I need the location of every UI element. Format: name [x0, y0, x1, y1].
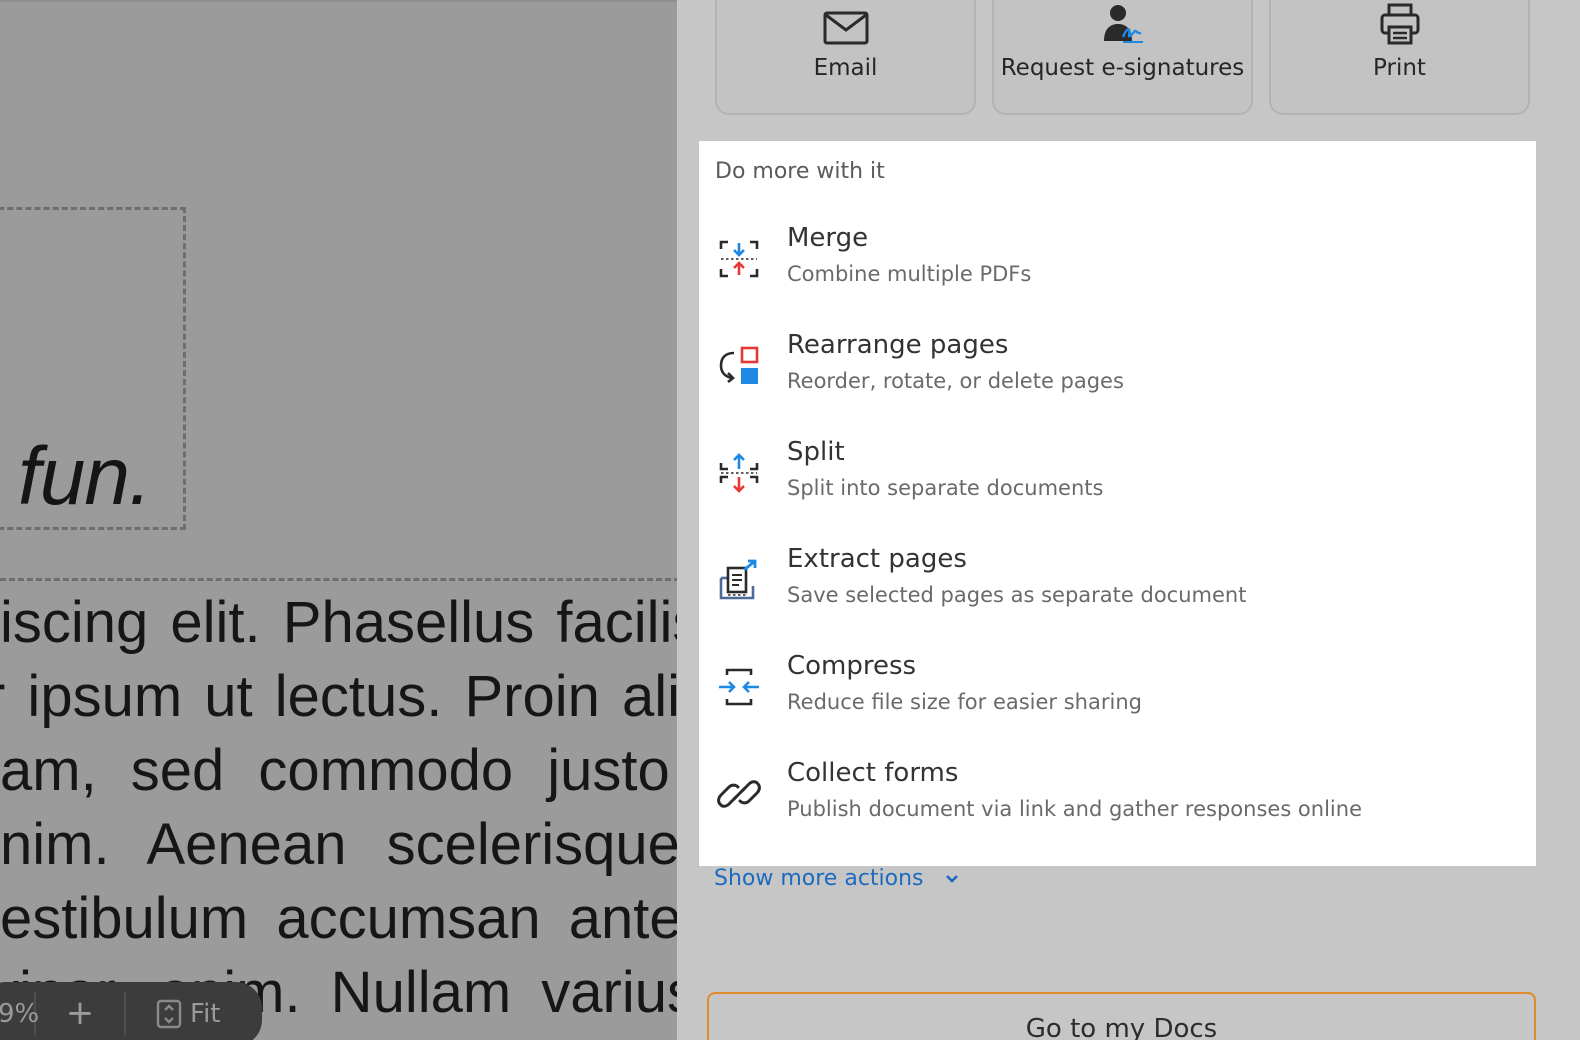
body-line: am, sed commodo justo	[0, 738, 670, 803]
zoom-in-button[interactable]: +	[36, 992, 126, 1036]
request-e-signatures-button[interactable]: Request e-signatures	[992, 0, 1253, 115]
extract-pages-action[interactable]: Extract pages Save selected pages as sep…	[715, 542, 1515, 622]
print-button[interactable]: Print	[1269, 0, 1530, 115]
link-icon	[717, 780, 761, 808]
collect-forms-action[interactable]: Collect forms Publish document via link …	[715, 756, 1515, 836]
compress-description: Reduce file size for easier sharing	[787, 690, 1142, 714]
fit-page-icon	[156, 999, 182, 1029]
print-label: Print	[1373, 55, 1426, 81]
merge-icon	[719, 240, 759, 278]
merge-title: Merge	[787, 223, 869, 253]
email-button[interactable]: Email	[715, 0, 976, 115]
printer-icon	[1380, 3, 1419, 45]
share-actions-panel: Email Request e-signatures Print Do more…	[677, 0, 1580, 1040]
viewer-top-border	[0, 0, 680, 2]
request-e-signatures-label: Request e-signatures	[1000, 55, 1245, 81]
zoom-toolbar: 9% + Fit	[0, 982, 262, 1040]
split-title: Split	[787, 437, 845, 467]
envelope-icon	[823, 11, 868, 45]
chevron-down-icon	[945, 874, 958, 883]
extract-icon	[719, 559, 757, 600]
body-line: estibulum accumsan ante	[0, 886, 680, 951]
merge-description: Combine multiple PDFs	[787, 262, 1032, 286]
show-more-actions-link[interactable]: Show more actions	[714, 866, 960, 891]
split-description: Split into separate documents	[787, 476, 1104, 500]
body-line: r ipsum ut lectus. Proin alic	[0, 664, 680, 729]
collect-forms-title: Collect forms	[787, 758, 959, 788]
do-more-card: Do more with it Merge Combine multiple P…	[699, 141, 1536, 866]
merge-action[interactable]: Merge Combine multiple PDFs	[715, 221, 1515, 301]
document-heading-fragment: fun.	[18, 431, 152, 522]
signature-icon	[1103, 5, 1143, 43]
collect-forms-description: Publish document via link and gather res…	[787, 797, 1362, 821]
rearrange-pages-title: Rearrange pages	[787, 330, 1009, 360]
do-more-heading: Do more with it	[715, 159, 885, 184]
email-label: Email	[813, 55, 878, 81]
document-body-text: iscing elit. Phasellus facilis r ipsum u…	[0, 586, 680, 1030]
extract-pages-description: Save selected pages as separate document	[787, 583, 1247, 607]
body-line: nim. Aenean scelerisque	[0, 812, 680, 877]
document-viewer[interactable]: fun. iscing elit. Phasellus facilis r ip…	[0, 0, 680, 1040]
compress-icon	[719, 668, 759, 706]
share-buttons-row: Email Request e-signatures Print	[715, 0, 1530, 115]
go-to-my-docs-button[interactable]: Go to my Docs	[707, 992, 1536, 1040]
compress-title: Compress	[787, 651, 917, 681]
rearrange-pages-description: Reorder, rotate, or delete pages	[787, 369, 1124, 393]
body-line: iscing elit. Phasellus facilis	[0, 590, 680, 655]
zoom-level[interactable]: 9%	[0, 992, 39, 1036]
rearrange-pages-action[interactable]: Rearrange pages Reorder, rotate, or dele…	[715, 328, 1515, 408]
fit-label: Fit	[190, 999, 221, 1029]
rearrange-icon	[719, 346, 759, 384]
show-more-actions-label: Show more actions	[714, 866, 924, 891]
fit-button[interactable]: Fit	[126, 999, 220, 1029]
split-action[interactable]: Split Split into separate documents	[715, 435, 1515, 515]
section-divider	[0, 578, 680, 581]
split-icon	[719, 453, 759, 493]
extract-pages-title: Extract pages	[787, 544, 967, 574]
compress-action[interactable]: Compress Reduce file size for easier sha…	[715, 649, 1515, 729]
